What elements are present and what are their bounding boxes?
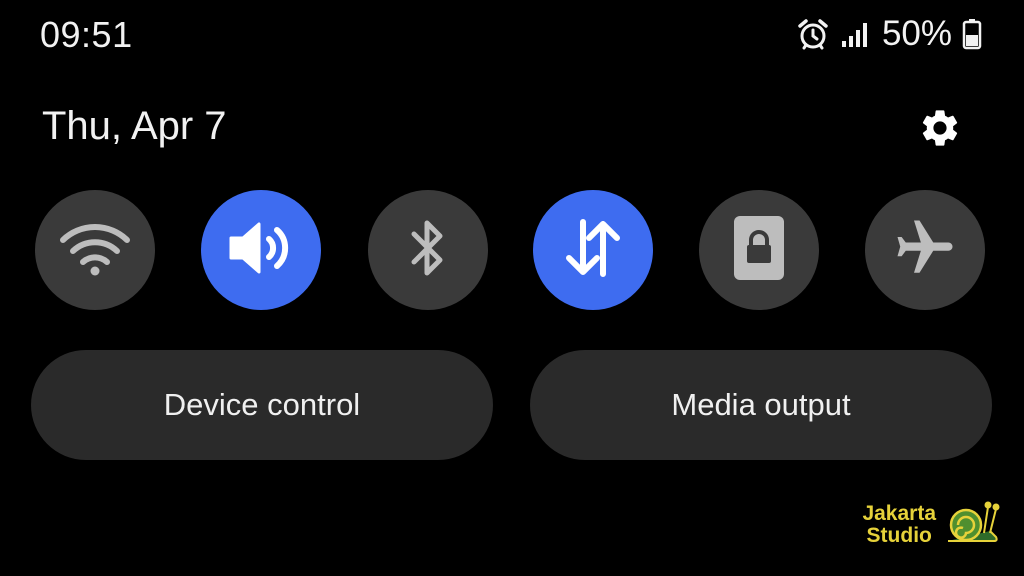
snail-logo-icon	[944, 497, 1000, 552]
volume-icon	[225, 218, 297, 283]
status-time: 09:51	[40, 14, 133, 55]
battery-icon	[962, 18, 982, 50]
data-transfer-icon	[561, 216, 625, 285]
signal-icon	[840, 19, 870, 49]
battery-percentage: 50%	[881, 14, 952, 53]
quick-panel: 09:51 50% Thu, Apr 7 Device control Medi…	[0, 0, 1024, 576]
date-label: Thu, Apr 7	[42, 104, 227, 148]
watermark-text: Jakarta Studio	[862, 501, 936, 547]
device-control-label: Device control	[163, 387, 361, 422]
gear-icon	[918, 106, 962, 155]
sound-toggle[interactable]	[201, 190, 321, 310]
bluetooth-icon	[408, 217, 448, 284]
airplane-mode-toggle[interactable]	[865, 190, 985, 310]
status-icons: 50%	[796, 14, 982, 54]
media-output-label: Media output	[671, 387, 851, 422]
airplane-icon	[892, 215, 958, 286]
lock-icon	[732, 214, 786, 287]
device-control-button[interactable]: Device control	[31, 350, 493, 460]
mobile-data-toggle[interactable]	[533, 190, 653, 310]
wifi-icon	[57, 218, 133, 283]
watermark: Jakarta Studio	[862, 497, 1000, 552]
media-output-button[interactable]: Media output	[530, 350, 992, 460]
bluetooth-toggle[interactable]	[368, 190, 488, 310]
wifi-toggle[interactable]	[35, 190, 155, 310]
alarm-icon	[796, 17, 830, 51]
settings-button[interactable]	[916, 106, 964, 154]
secure-folder-toggle[interactable]	[699, 190, 819, 310]
